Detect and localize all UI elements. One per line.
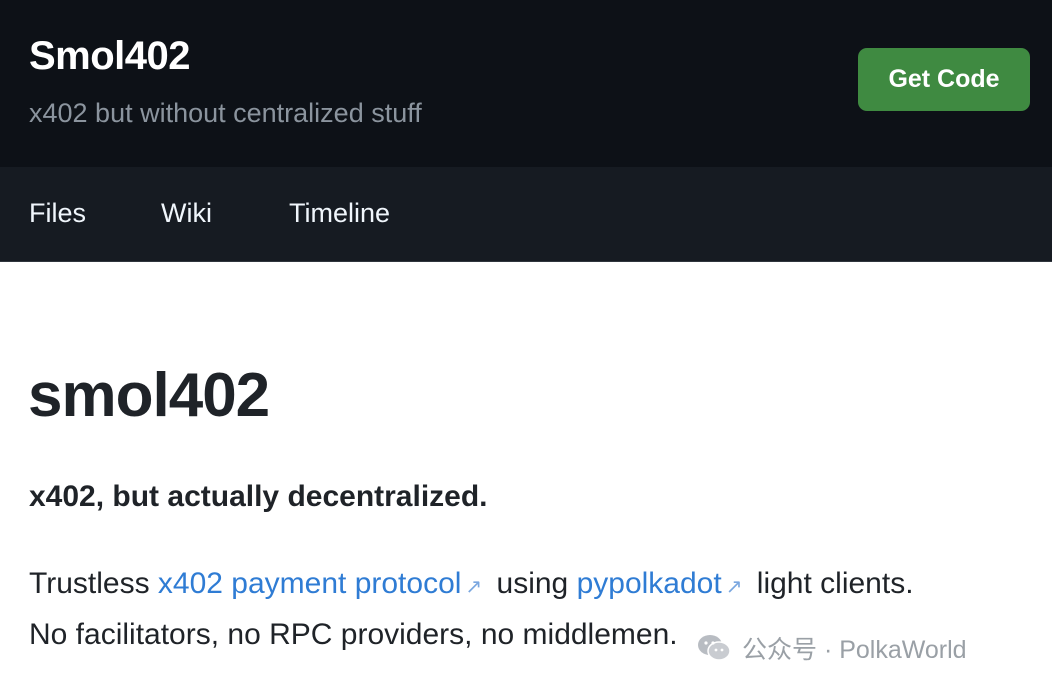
watermark-text: 公众号 · PolkaWorld: [742, 636, 967, 664]
nav-item-timeline[interactable]: Timeline: [289, 198, 390, 229]
watermark: 公众号 · PolkaWorld: [696, 630, 967, 666]
nav-item-wiki[interactable]: Wiki: [161, 198, 212, 229]
description-line-2: No facilitators, no RPC providers, no mi…: [29, 618, 678, 651]
get-code-button[interactable]: Get Code: [858, 48, 1030, 111]
site-tagline: x402 but without centralized stuff: [29, 98, 422, 128]
pypolkadot-link[interactable]: pypolkadot: [577, 567, 722, 600]
description-text: using: [488, 567, 577, 600]
nav-item-files[interactable]: Files: [29, 198, 86, 229]
wechat-icon: [698, 635, 731, 661]
x402-protocol-link[interactable]: x402 payment protocol: [158, 567, 462, 600]
description-text: light clients.: [748, 567, 914, 600]
page-title: smol402: [28, 361, 270, 430]
description-text: Trustless: [29, 567, 158, 600]
external-link-icon: ↗: [465, 576, 483, 598]
site-title[interactable]: Smol402: [29, 34, 191, 79]
page-subtitle: x402, but actually decentralized.: [29, 480, 488, 513]
nav-bar: Files Wiki Timeline: [0, 167, 1052, 262]
site-header: Smol402 x402 but without centralized stu…: [0, 0, 1052, 167]
external-link-icon: ↗: [725, 576, 743, 598]
